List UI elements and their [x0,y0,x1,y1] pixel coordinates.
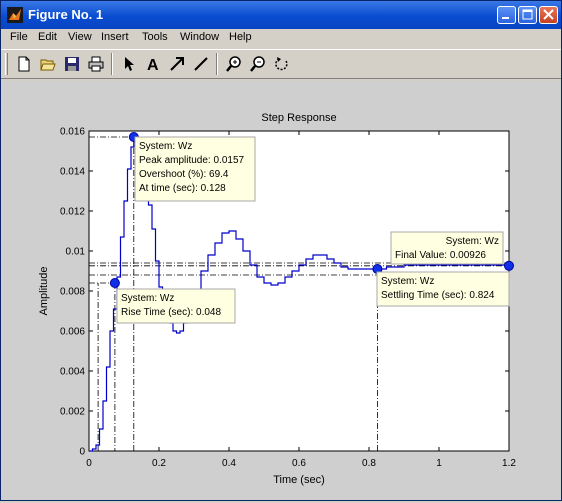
maximize-icon [522,9,533,20]
insert-line-icon [194,57,208,71]
open-file-button[interactable] [37,53,59,75]
settling-data-tip-line: System: Wz [381,276,434,287]
peak-data-tip-line: At time (sec): 0.128 [139,183,226,194]
new-file-icon [18,56,30,72]
menu-window[interactable]: Window [177,30,222,44]
menu-file[interactable]: File [7,30,31,44]
peak-data-tip-line: System: Wz [139,141,192,152]
print-icon [88,56,104,72]
toolbar-separator [111,53,113,75]
toolbar: A [1,49,561,79]
menu-view[interactable]: View [65,30,95,44]
menu-tools[interactable]: Tools [139,30,171,44]
final-data-tip-line: Final Value: 0.00926 [395,250,486,261]
y-tick-label: 0.012 [60,207,85,218]
x-tick-label: 0.8 [362,458,376,469]
y-tick-label: 0.004 [60,367,85,378]
new-figure-button[interactable] [13,53,35,75]
window-title: Figure No. 1 [28,7,104,22]
y-tick-label: 0 [79,447,85,458]
insert-arrow-icon [170,57,184,71]
minimize-icon [502,17,509,19]
y-tick-label: 0.006 [60,327,85,338]
x-tick-label: 0 [86,458,92,469]
figure-canvas: Step Response Time (sec) Amplitude 0 0.2 0… [1,81,561,500]
select-tool-button[interactable] [118,53,140,75]
zoom-out-icon [250,56,265,72]
y-axis-label: Amplitude [38,267,50,316]
y-tick-label: 0.014 [60,167,85,178]
zoom-in-button[interactable] [223,53,245,75]
x-tick-label: 1.2 [502,458,516,469]
chart-title: Step Response [261,112,336,124]
menu-bar: File Edit View Insert Tools Window Help [1,29,561,47]
insert-arrow-button[interactable] [166,53,188,75]
insert-text-button[interactable]: A [142,53,164,75]
toolbar-separator [216,53,218,75]
rise-data-tip-line: System: Wz [121,293,174,304]
save-icon [65,57,79,71]
toolbar-grip[interactable] [5,53,8,75]
rise-data-tip-line: Rise Time (sec): 0.048 [121,307,221,318]
x-tick-label: 1 [436,458,442,469]
minimize-button[interactable] [497,6,516,24]
title-bar[interactable]: Figure No. 1 [1,1,561,29]
peak-data-tip-line: Peak amplitude: 0.0157 [139,155,245,166]
x-tick-label: 0.6 [292,458,306,469]
open-folder-icon [40,59,56,71]
final-data-tip-line: System: Wz [446,236,499,247]
select-arrow-icon [125,57,134,71]
y-tick-label: 0.01 [66,247,86,258]
insert-line-button[interactable] [190,53,212,75]
close-button[interactable] [539,6,558,24]
zoom-in-icon [226,56,241,72]
close-icon [543,9,554,20]
rise-marker [109,278,120,288]
rotate-button[interactable] [271,53,293,75]
figure-window: Figure No. 1 File Edit View Insert Tools… [0,0,562,501]
x-tick-label: 0.4 [222,458,236,469]
final-marker [504,260,514,271]
x-tick-label: 0.2 [152,458,166,469]
y-tick-label: 0.002 [60,407,85,418]
menu-insert[interactable]: Insert [98,30,132,44]
rotate-icon [275,57,288,71]
print-button[interactable] [85,53,107,75]
step-response-chart[interactable]: Step Response Time (sec) Amplitude 0 0.2 0… [1,81,561,500]
zoom-out-button[interactable] [247,53,269,75]
peak-data-tip-line: Overshoot (%): 69.4 [139,169,229,180]
maximize-button[interactable] [518,6,537,24]
menu-help[interactable]: Help [226,30,255,44]
x-axis-label: Time (sec) [273,474,325,486]
menu-edit[interactable]: Edit [35,30,60,44]
insert-text-icon: A [147,57,159,72]
text-tool-label: A [147,57,159,72]
y-tick-label: 0.016 [60,127,85,138]
settling-data-tip-line: Settling Time (sec): 0.824 [381,290,495,301]
save-button[interactable] [61,53,83,75]
y-tick-label: 0.008 [60,287,85,298]
matlab-logo-icon [7,7,23,23]
